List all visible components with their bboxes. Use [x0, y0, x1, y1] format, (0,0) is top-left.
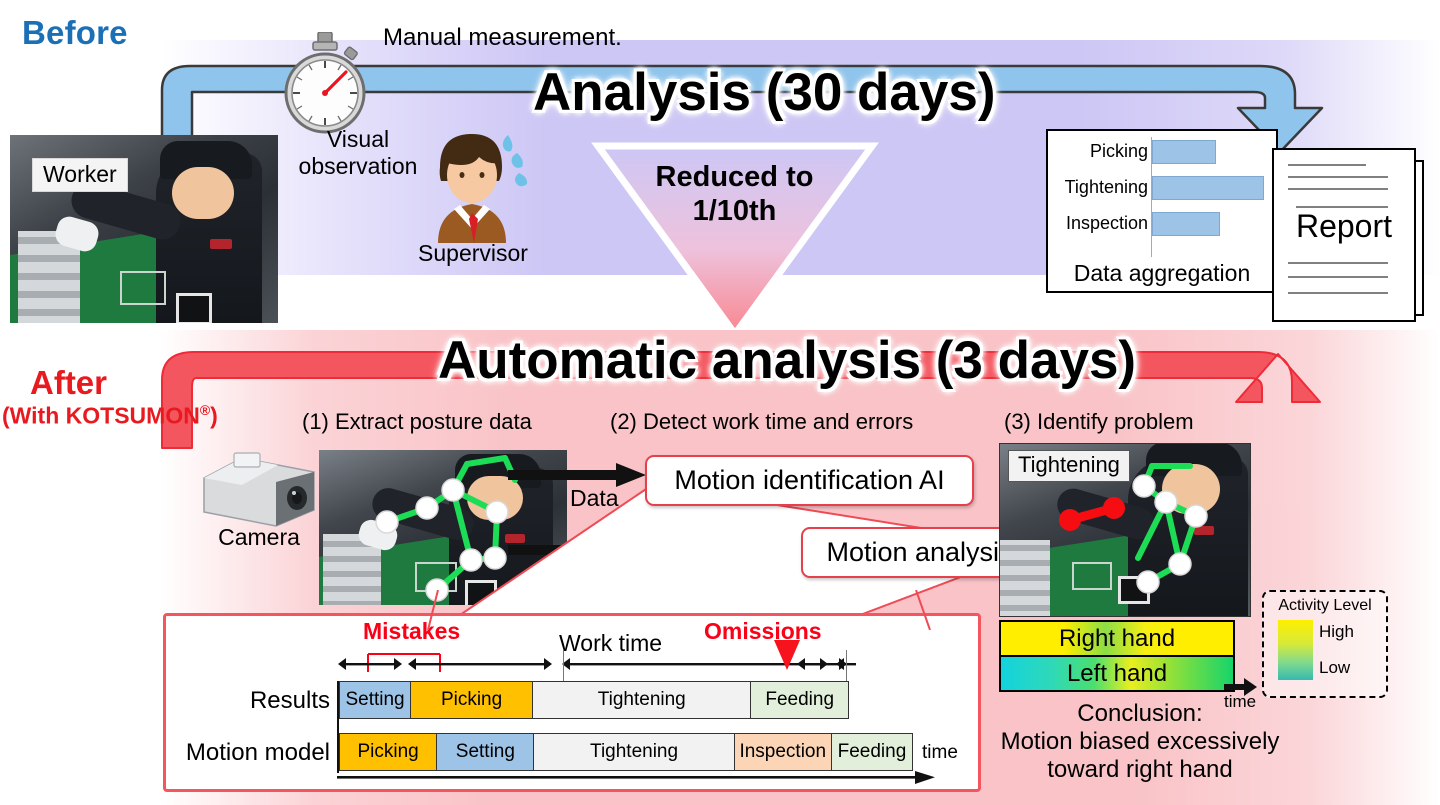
stopwatch-icon — [284, 32, 366, 134]
timeline-tick-1 — [563, 650, 564, 682]
results-track: Setting Picking Tightening Feeding — [339, 681, 849, 719]
diagram-canvas: Analysis (30 days) Before Manual measure… — [0, 0, 1440, 805]
visual-observation-line2: observation — [298, 153, 418, 180]
legend-title: Activity Level — [1278, 597, 1372, 614]
aggregation-caption: Data aggregation — [1073, 260, 1251, 286]
activity-level-legend: Activity Level High Low — [1262, 590, 1388, 698]
chart-bar-row: Tightening — [1048, 172, 1276, 203]
chart-axis — [1151, 137, 1152, 257]
before-label: Before — [22, 14, 128, 51]
supervisor-label: Supervisor — [418, 240, 528, 266]
motion-ai-label: Motion identification AI — [674, 465, 945, 495]
analysis-title: Analysis (30 days) — [533, 63, 996, 122]
conclusion-text: Conclusion: Motion biased excessively to… — [975, 700, 1305, 784]
reduction-line2: 1/10th — [692, 195, 777, 228]
after-sublabel-text: (With KOTSUMON — [2, 402, 200, 429]
manual-measurement-text: Manual measurement. — [383, 24, 622, 51]
registered-mark: ® — [199, 402, 211, 418]
conclusion-line-1: Conclusion: — [1077, 700, 1203, 727]
step-3-title: (3) Identify problem — [1004, 409, 1194, 434]
step-1-title: (1) Extract posture data — [302, 409, 532, 434]
camera-label: Camera — [218, 524, 300, 550]
worker-badge: Worker — [32, 158, 128, 192]
model-seg-tightening[interactable]: Tightening — [534, 734, 735, 770]
after-sublabel: (With KOTSUMON®) — [2, 402, 218, 430]
hand-activity-bars: Right hand Left hand — [999, 620, 1235, 692]
motion-analysis-label: Motion analysis — [826, 537, 1013, 567]
model-seg-inspection[interactable]: Inspection — [734, 734, 832, 770]
bar-picking — [1152, 139, 1216, 164]
left-hand-label: Left hand — [1066, 659, 1168, 687]
motion-identification-ai-box[interactable]: Motion identification AI — [645, 455, 974, 506]
reduction-text: Reduced to 1/10th — [612, 160, 857, 228]
legend-gradient — [1278, 620, 1313, 680]
results-seg-tightening[interactable]: Tightening — [533, 682, 752, 718]
after-label: After — [30, 364, 108, 401]
motion-model-row-label: Motion model — [185, 739, 330, 766]
after-sublabel-close: ) — [210, 402, 218, 429]
timeline-time-axis — [337, 771, 935, 784]
timeline-tick-2 — [846, 650, 847, 682]
step-2-title: (2) Detect work time and errors — [610, 409, 914, 434]
right-hand-label: Right hand — [1058, 624, 1176, 652]
tightening-badge: Tightening — [1008, 450, 1130, 482]
bar-inspection — [1152, 211, 1220, 236]
right-hand-bar: Right hand — [999, 620, 1235, 657]
motion-model-track: Picking Setting Tightening Inspection Fe… — [339, 733, 913, 771]
bar-tightening — [1152, 175, 1264, 200]
visual-observation-label: Visual observation — [278, 126, 438, 180]
left-hand-bar: Left hand — [999, 657, 1235, 692]
visual-observation-line1: Visual — [326, 126, 390, 152]
omission-marker-icon — [774, 640, 800, 670]
legend-low-label: Low — [1319, 658, 1351, 677]
results-seg-picking[interactable]: Picking — [411, 682, 534, 718]
model-seg-picking[interactable]: Picking — [340, 734, 438, 770]
timeline-connector-lines — [427, 590, 931, 630]
timeline-time-label: time — [922, 742, 958, 763]
auto-analysis-title: Automatic analysis (3 days) — [438, 331, 1137, 390]
results-row-label: Results — [249, 687, 330, 714]
reduction-line1: Reduced to — [655, 161, 814, 193]
supervisor-avatar-icon — [438, 133, 528, 243]
feeding-measure-arrow — [797, 658, 847, 670]
model-seg-feeding[interactable]: Feeding — [831, 734, 912, 770]
legend-high-label: High — [1319, 622, 1354, 641]
model-seg-setting[interactable]: Setting — [437, 734, 535, 770]
conclusion-line-3: toward right hand — [1047, 756, 1233, 784]
bar-label: Tightening — [1064, 177, 1148, 197]
bar-label: Picking — [1089, 141, 1148, 161]
results-seg-feeding[interactable]: Feeding — [751, 682, 848, 718]
chart-bar-row: Inspection — [1048, 208, 1276, 239]
camera-icon — [203, 452, 315, 527]
data-aggregation-chart: Picking Tightening Inspection Data aggre… — [1046, 129, 1278, 293]
bar-label: Inspection — [1065, 213, 1148, 233]
report-page-front: Report — [1272, 148, 1416, 322]
results-seg-setting[interactable]: Setting — [340, 682, 412, 718]
conclusion-line-2: Motion biased excessively — [1000, 728, 1280, 756]
chart-bar-row: Picking — [1048, 136, 1276, 167]
report-label: Report — [1295, 208, 1393, 244]
